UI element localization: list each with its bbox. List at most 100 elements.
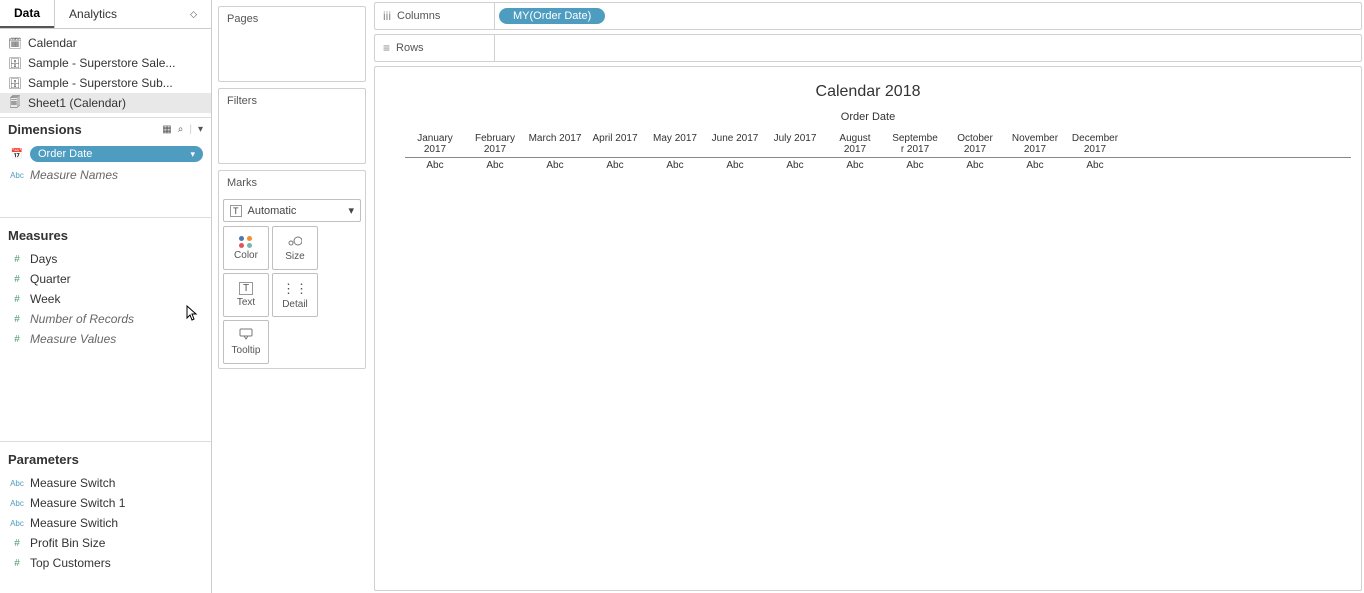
num-icon: #	[8, 254, 26, 265]
pages-card-title: Pages	[219, 7, 365, 31]
field-pill[interactable]: Order Date▾	[30, 146, 203, 162]
mark-tooltip-button[interactable]: Tooltip	[223, 320, 269, 364]
data-tabs: Data Analytics ◇	[0, 0, 211, 29]
viz-field-label: Order Date	[385, 111, 1351, 123]
mark-color-button[interactable]: Color	[223, 226, 269, 270]
field-item[interactable]: # Days	[0, 249, 211, 269]
abc-icon: Abc	[8, 499, 26, 508]
field-item[interactable]: #Measure Values	[0, 329, 211, 349]
month-header-cell[interactable]: February2017	[465, 131, 525, 157]
month-header-cell[interactable]: January2017	[405, 131, 465, 157]
cards-panel: Pages Filters Marks T Automatic ▾	[212, 0, 372, 593]
size-icon	[288, 234, 302, 249]
tab-analytics[interactable]: Analytics ◇	[54, 0, 211, 28]
date-icon: 📅	[8, 149, 26, 160]
db-icon: 🗄	[8, 76, 22, 90]
field-label: Profit Bin Size	[30, 536, 203, 550]
data-panel: Data Analytics ◇ 🗓Calendar🗄Sample - Supe…	[0, 0, 212, 593]
mark-text-label: Text	[237, 297, 255, 308]
viz-area[interactable]: Calendar 2018 Order Date January2017Febr…	[374, 66, 1362, 591]
search-icon[interactable]: ⌕	[178, 124, 184, 135]
abc-placeholder-cell: Abc	[525, 158, 585, 173]
columns-pill-orderdate[interactable]: MY(Order Date)	[499, 8, 605, 24]
mark-detail-label: Detail	[282, 299, 308, 310]
field-label: Measure Switich	[30, 516, 203, 530]
tab-analytics-label: Analytics	[69, 7, 117, 21]
marks-card-title: Marks	[219, 171, 365, 195]
month-header-cell[interactable]: October2017	[945, 131, 1005, 157]
rows-label: Rows	[396, 42, 424, 54]
columns-label: Columns	[397, 10, 440, 22]
data-source-label: Sheet1 (Calendar)	[28, 96, 126, 110]
field-item[interactable]: #Quarter	[0, 269, 211, 289]
month-header-cell[interactable]: April 2017	[585, 131, 645, 157]
tooltip-icon	[239, 328, 253, 343]
chevron-down-icon[interactable]: ▾	[190, 149, 195, 160]
field-label: Measure Values	[30, 332, 203, 346]
data-source-label: Sample - Superstore Sale...	[28, 56, 175, 70]
data-source-item[interactable]: 🗄Sample - Superstore Sale...	[0, 53, 211, 73]
num-icon: #	[8, 538, 26, 549]
num-icon: #	[8, 314, 26, 325]
text-icon: T	[239, 282, 253, 295]
field-label: Measure Switch	[30, 476, 203, 490]
field-label: Number of Records	[30, 312, 203, 326]
text-type-icon: T	[230, 205, 242, 217]
field-item[interactable]: #Top Customers	[0, 553, 211, 573]
mark-text-button[interactable]: T Text	[223, 273, 269, 317]
month-header-cell[interactable]: August2017	[825, 131, 885, 157]
month-header-cell[interactable]: March 2017	[525, 131, 585, 157]
data-sources-list: 🗓Calendar🗄Sample - Superstore Sale...🗄Sa…	[0, 29, 211, 118]
parameters-section: Parameters AbcMeasure SwitchAbcMeasure S…	[0, 441, 211, 593]
pages-card[interactable]: Pages	[218, 6, 366, 82]
detail-icon: ⋮⋮	[282, 281, 308, 297]
month-header-cell[interactable]: November2017	[1005, 131, 1065, 157]
month-header-cell[interactable]: September 2017	[885, 131, 945, 157]
mark-size-label: Size	[285, 251, 304, 262]
data-source-label: Sample - Superstore Sub...	[28, 76, 173, 90]
field-label: Days	[30, 252, 203, 266]
field-item[interactable]: Abc Measure Switich	[0, 513, 211, 533]
num-icon: #	[8, 558, 26, 569]
month-header-cell[interactable]: June 2017	[705, 131, 765, 157]
measures-list: # Days #Quarter#Week # Number of Records #Mea…	[0, 247, 211, 351]
tab-options-icon[interactable]: ◇	[190, 9, 197, 20]
field-item[interactable]: AbcMeasure Names	[0, 165, 211, 185]
field-item[interactable]: AbcMeasure Switch 1	[0, 493, 211, 513]
field-item[interactable]: Abc Measure Switch	[0, 473, 211, 493]
field-item[interactable]: # Profit Bin Size	[0, 533, 211, 553]
abc-icon: Abc	[8, 479, 26, 488]
field-item[interactable]: 📅 Order Date▾	[0, 143, 211, 165]
mark-size-button[interactable]: Size	[272, 226, 318, 270]
main-view: iii Columns MY(Order Date) ≡ Rows Calend…	[372, 0, 1364, 593]
chevron-down-icon[interactable]: ▾	[198, 124, 203, 135]
view-grid-icon[interactable]: ▦	[162, 124, 171, 135]
abc-placeholder-cell: Abc	[645, 158, 705, 173]
month-header-cell[interactable]: December2017	[1065, 131, 1125, 157]
month-header-cell[interactable]: May 2017	[645, 131, 705, 157]
viz-title[interactable]: Calendar 2018	[385, 83, 1351, 101]
mark-detail-button[interactable]: ⋮⋮ Detail	[272, 273, 318, 317]
dimensions-header: Dimensions ▦ ⌕ | ▾	[0, 118, 211, 141]
data-source-item[interactable]: 🗓Calendar	[0, 33, 211, 53]
field-item[interactable]: # Number of Records	[0, 309, 211, 329]
sheet-icon: 🗐	[8, 96, 22, 110]
measures-title: Measures	[8, 228, 68, 243]
filters-card[interactable]: Filters	[218, 88, 366, 164]
data-source-label: Calendar	[28, 36, 77, 50]
data-source-item[interactable]: 🗐 Sheet1 (Calendar)	[0, 93, 211, 113]
rows-shelf[interactable]: ≡ Rows	[374, 34, 1362, 62]
abc-placeholder-cell: Abc	[1005, 158, 1065, 173]
columns-icon: iii	[383, 9, 391, 23]
abc-icon: Abc	[8, 519, 26, 528]
field-item[interactable]: #Week	[0, 289, 211, 309]
data-source-item[interactable]: 🗄 Sample - Superstore Sub...	[0, 73, 211, 93]
columns-shelf[interactable]: iii Columns MY(Order Date)	[374, 2, 1362, 30]
tab-data[interactable]: Data	[0, 0, 54, 28]
abc-icon: Abc	[8, 171, 26, 180]
mark-type-select[interactable]: T Automatic ▾	[223, 199, 361, 222]
rows-icon: ≡	[383, 41, 390, 55]
abc-placeholder-cell: Abc	[705, 158, 765, 173]
mark-color-label: Color	[234, 250, 258, 261]
month-header-cell[interactable]: July 2017	[765, 131, 825, 157]
